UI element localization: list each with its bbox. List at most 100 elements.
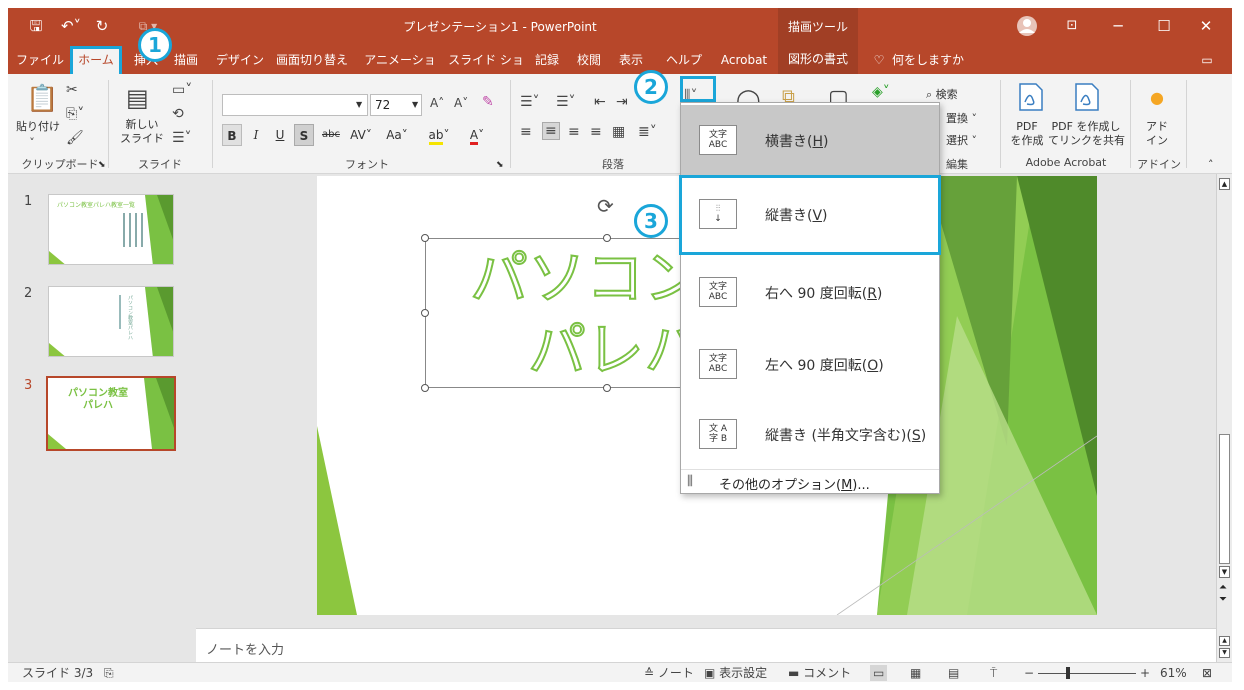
comments-button[interactable]: ▬ コメント bbox=[788, 665, 851, 681]
resize-handle[interactable] bbox=[421, 384, 429, 392]
slide-thumbnail-3[interactable]: パソコン教室 パレハ bbox=[46, 376, 176, 451]
close-icon[interactable]: ✕ bbox=[1194, 8, 1218, 44]
slide-thumbnail-1[interactable]: パソコン教室パレハ教室一覧 bbox=[48, 194, 174, 265]
distributed-icon[interactable]: ▦ bbox=[612, 124, 625, 140]
tab-view[interactable]: 表示 bbox=[614, 48, 648, 74]
new-slide-icon[interactable]: ▤ bbox=[126, 84, 149, 112]
layout-icon[interactable]: ▭˅ bbox=[172, 82, 192, 98]
align-left-icon[interactable]: ≡ bbox=[520, 124, 532, 140]
new-slide-button[interactable]: 新しい スライド bbox=[112, 118, 172, 146]
shadow-button[interactable]: S bbox=[294, 124, 314, 146]
tab-transitions[interactable]: 画面切り替え bbox=[274, 48, 350, 74]
scroll-down-icon[interactable]: ▼ bbox=[1219, 566, 1230, 578]
select-button[interactable]: 選択 ˅ bbox=[946, 134, 977, 148]
slideshow-view-icon[interactable]: ⍑ bbox=[990, 665, 997, 681]
tab-record[interactable]: 記録 bbox=[530, 48, 564, 74]
copy-icon[interactable]: ⎘˅ bbox=[66, 106, 84, 122]
zoom-out-icon[interactable]: − bbox=[1024, 665, 1034, 681]
pdf-share-icon[interactable] bbox=[1074, 82, 1100, 116]
font-dialog-launcher-icon[interactable]: ⬊ bbox=[496, 158, 504, 172]
align-right-icon[interactable]: ≡ bbox=[568, 124, 580, 140]
tab-shape-format[interactable]: 図形の書式 bbox=[778, 44, 858, 74]
paste-button[interactable]: 貼り付け bbox=[16, 120, 60, 134]
menu-item-more-options[interactable]: ⫼ その他のオプション(M)... bbox=[681, 470, 939, 494]
menu-item-vertical-halfwidth[interactable]: 文 A字 B 縦書き (半角文字含む)(S) bbox=[681, 399, 939, 469]
fit-to-window-icon[interactable]: ⊠ bbox=[1202, 665, 1212, 681]
scroll-thumb[interactable] bbox=[1219, 434, 1230, 564]
slide-sorter-icon[interactable]: ▦ bbox=[910, 665, 921, 681]
section-icon[interactable]: ☰˅ bbox=[172, 130, 192, 146]
vertical-scrollbar[interactable]: ▲ ▼ ⏶ ⏷ ▲ ▼ bbox=[1216, 174, 1232, 662]
increase-indent-icon[interactable]: ⇥ bbox=[616, 94, 628, 110]
next-slide-icon[interactable]: ⏷ bbox=[1219, 594, 1227, 605]
numbering-icon[interactable]: ☰˅ bbox=[556, 94, 576, 110]
bold-button[interactable]: B bbox=[222, 124, 242, 146]
tell-me-search[interactable]: 何をしますか bbox=[892, 48, 972, 74]
char-spacing-button[interactable]: AV˅ bbox=[346, 124, 376, 146]
tab-design[interactable]: デザイン bbox=[216, 48, 264, 74]
tab-file[interactable]: ファイル bbox=[14, 48, 66, 74]
tab-animations[interactable]: アニメーション bbox=[360, 48, 440, 91]
justify-icon[interactable]: ≡ bbox=[590, 124, 602, 140]
menu-item-rotate-right[interactable]: 文字 ABC 右へ 90 度回転(R) bbox=[681, 257, 939, 327]
strikethrough-button[interactable]: abc bbox=[318, 124, 344, 146]
columns-icon[interactable]: ≣˅ bbox=[638, 124, 657, 140]
reset-icon[interactable]: ⟲ bbox=[172, 106, 184, 122]
replace-button[interactable]: 置換 ˅ bbox=[946, 112, 977, 126]
underline-button[interactable]: U bbox=[270, 124, 290, 146]
notes-pane[interactable]: ノートを入力 bbox=[196, 628, 1216, 662]
find-button[interactable]: ⌕ 検索 bbox=[926, 88, 958, 102]
align-center-icon[interactable]: ≡ bbox=[542, 122, 560, 140]
zoom-level[interactable]: 61% bbox=[1160, 665, 1187, 681]
paste-dropdown-icon[interactable]: ˅ bbox=[22, 136, 42, 150]
notes-scroll-down-icon[interactable]: ▼ bbox=[1219, 648, 1230, 658]
slide-thumbnail-2[interactable]: パソコン教室パレハ bbox=[48, 286, 174, 357]
grow-font-icon[interactable]: A˄ bbox=[430, 96, 444, 110]
undo-icon[interactable]: ↶˅ bbox=[56, 8, 86, 44]
ribbon-display-icon[interactable]: ⊡ bbox=[1060, 8, 1084, 44]
notes-scroll-up-icon[interactable]: ▲ bbox=[1219, 636, 1230, 646]
zoom-in-icon[interactable]: + bbox=[1140, 665, 1150, 681]
italic-button[interactable]: I bbox=[246, 124, 266, 146]
save-icon[interactable]: 🖫 bbox=[26, 8, 46, 44]
tab-draw[interactable]: 描画 bbox=[168, 48, 204, 74]
display-settings-button[interactable]: ▣ 表示設定 bbox=[704, 665, 767, 681]
font-name-combo[interactable] bbox=[222, 94, 368, 116]
paste-icon[interactable]: 📋 bbox=[26, 84, 58, 114]
change-case-button[interactable]: Aa˅ bbox=[382, 124, 412, 146]
font-name-dropdown-icon[interactable]: ▼ bbox=[356, 98, 362, 112]
menu-item-horizontal[interactable]: 文字 ABC 横書き(H) bbox=[681, 105, 939, 175]
account-icon[interactable] bbox=[1014, 8, 1040, 44]
minimize-icon[interactable]: ─ bbox=[1106, 8, 1130, 44]
rotate-handle-icon[interactable]: ⟳ bbox=[597, 194, 614, 218]
reading-view-icon[interactable]: ▤ bbox=[948, 665, 959, 681]
pdf-share-button[interactable]: PDF を作成し てリンクを共有 bbox=[1048, 120, 1125, 148]
font-color-button[interactable]: A˅ bbox=[462, 124, 492, 146]
redo-icon[interactable]: ↻ bbox=[92, 8, 112, 44]
tab-acrobat[interactable]: Acrobat bbox=[716, 48, 772, 74]
tab-home[interactable]: ホーム bbox=[70, 46, 122, 74]
shape-fill-icon[interactable]: ◈˅ bbox=[872, 84, 890, 100]
addin-icon[interactable]: ● bbox=[1150, 88, 1164, 107]
menu-item-rotate-left[interactable]: 文字 ABC 左へ 90 度回転(O) bbox=[681, 329, 939, 399]
accessibility-icon[interactable]: ⎘ bbox=[104, 665, 114, 681]
decrease-indent-icon[interactable]: ⇤ bbox=[594, 94, 606, 110]
pdf-create-button[interactable]: PDF を作成 bbox=[1004, 120, 1050, 148]
collapse-ribbon-icon[interactable]: ˄ bbox=[1208, 158, 1214, 172]
resize-handle[interactable] bbox=[421, 234, 429, 242]
normal-view-icon[interactable]: ▭ bbox=[870, 665, 888, 681]
scroll-up-icon[interactable]: ▲ bbox=[1219, 178, 1230, 190]
zoom-slider-thumb[interactable] bbox=[1066, 667, 1070, 679]
notes-button[interactable]: ≙ ノート bbox=[644, 665, 694, 681]
tab-review[interactable]: 校閲 bbox=[572, 48, 606, 74]
font-size-dropdown-icon[interactable]: ▼ bbox=[412, 98, 418, 112]
resize-handle[interactable] bbox=[421, 309, 429, 317]
dialog-launcher-icon[interactable]: ⬊ bbox=[98, 158, 106, 172]
resize-handle[interactable] bbox=[603, 234, 611, 242]
maximize-icon[interactable]: ☐ bbox=[1152, 8, 1176, 44]
tab-help[interactable]: ヘルプ bbox=[664, 48, 704, 74]
zoom-slider[interactable] bbox=[1038, 673, 1136, 674]
pdf-create-icon[interactable] bbox=[1018, 82, 1044, 116]
bullets-icon[interactable]: ☰˅ bbox=[520, 94, 540, 110]
shrink-font-icon[interactable]: A˅ bbox=[454, 96, 468, 110]
